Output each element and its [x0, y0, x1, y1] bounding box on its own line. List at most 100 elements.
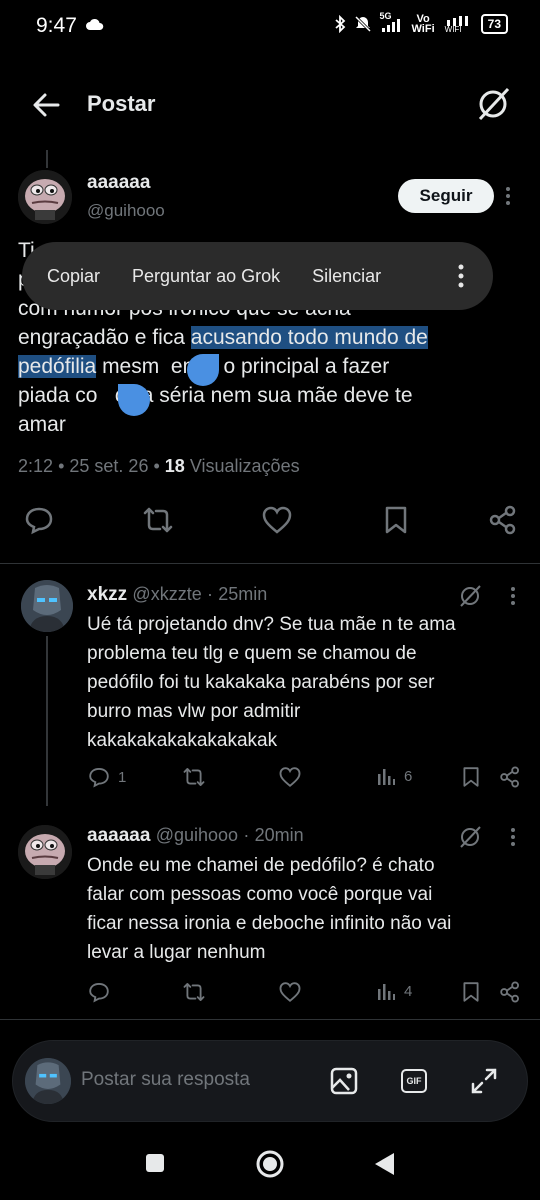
share-icon[interactable] — [499, 766, 521, 788]
vowifi-bottom: WiFi — [411, 23, 435, 35]
reply-line: burro mas vlw por admitir — [87, 701, 301, 722]
pepe-avatar-image — [18, 825, 72, 879]
back-icon[interactable] — [372, 1151, 396, 1177]
selection-end-handle[interactable] — [187, 354, 219, 386]
reply-time: 20min — [254, 825, 304, 845]
post-actions — [0, 505, 540, 545]
reply-header: aaaaaa @guihooo · 20min — [87, 825, 304, 847]
network-label: 5G — [379, 11, 392, 21]
grok-icon[interactable] — [458, 584, 482, 608]
robot-avatar-image — [25, 1058, 71, 1104]
reply-line: problema teu tlg e quem se chamou de — [87, 643, 417, 664]
menu-more-icon[interactable] — [457, 264, 465, 288]
thread-line — [46, 150, 48, 168]
back-arrow-icon[interactable] — [30, 89, 62, 121]
more-options-icon[interactable] — [504, 186, 512, 206]
more-options-icon[interactable] — [509, 827, 517, 847]
reply-icon[interactable] — [24, 505, 54, 535]
post-line: pedófilia mesm endo o principal a fazer — [18, 352, 518, 381]
signal-5g: 5G — [380, 11, 404, 33]
reply-author-handle[interactable]: @guihooo — [156, 825, 238, 845]
reply-line: levar a lugar nenhum — [87, 942, 266, 963]
image-icon[interactable] — [329, 1066, 359, 1096]
post-line-text: amar — [18, 413, 66, 436]
home-icon[interactable] — [255, 1149, 285, 1179]
views-button[interactable]: 4 — [376, 981, 412, 1001]
bookmark-icon[interactable] — [383, 505, 409, 535]
reply-composer[interactable]: Postar sua resposta GIF — [12, 1040, 528, 1122]
share-icon[interactable] — [499, 981, 521, 1003]
share-icon[interactable] — [488, 505, 518, 535]
reply-button[interactable]: 1 — [88, 766, 126, 788]
divider — [0, 1019, 540, 1020]
selected-text: pedófilia — [18, 355, 97, 378]
reply-actions: 1 6 — [0, 766, 540, 792]
bookmark-icon[interactable] — [461, 766, 481, 788]
divider — [0, 563, 540, 564]
gif-icon[interactable]: GIF — [401, 1069, 427, 1093]
post-line-text: piada co oisa séria nem sua mãe deve te — [18, 384, 413, 407]
reply-author-name[interactable]: xkzz — [87, 584, 127, 605]
reply-line: ficar nessa ironia e deboche infinito nã… — [87, 913, 452, 934]
selection-start-handle[interactable] — [118, 384, 150, 416]
reply-body: Onde eu me chamei de pedófilo? é chato f… — [87, 851, 517, 967]
post-line: piada co oisa séria nem sua mãe deve te — [18, 381, 518, 410]
meta-separator: • — [58, 456, 65, 476]
avatar — [25, 1058, 71, 1104]
recents-icon[interactable] — [144, 1152, 166, 1174]
follow-button[interactable]: Seguir — [398, 179, 494, 213]
views-button[interactable]: 6 — [376, 766, 412, 786]
repost-icon[interactable] — [182, 766, 206, 788]
wifi-label: WIFI — [444, 25, 462, 34]
like-icon[interactable] — [278, 766, 302, 788]
bookmark-icon[interactable] — [461, 981, 481, 1003]
page-title: Postar — [87, 91, 156, 116]
reply-header: xkzz @xkzzte · 25min — [87, 584, 267, 606]
views-label[interactable]: Visualizações — [190, 456, 300, 476]
author-handle[interactable]: @guihooo — [87, 201, 165, 221]
bluetooth-icon — [334, 15, 345, 33]
reply-line: Onde eu me chamei de pedófilo? é chato — [87, 855, 435, 876]
battery-indicator: 73 — [480, 14, 508, 34]
status-time: 9:47 — [36, 14, 77, 37]
expand-icon[interactable] — [469, 1066, 499, 1096]
views-icon — [378, 984, 395, 1000]
post-line: amar — [18, 410, 518, 439]
post-date: 25 set. 26 — [69, 456, 149, 476]
author-name[interactable]: aaaaaa — [87, 172, 150, 194]
menu-ask-grok[interactable]: Perguntar ao Grok — [132, 266, 280, 287]
reply-actions: 4 — [0, 981, 540, 1007]
reply-icon — [89, 983, 109, 1003]
reply-line: Ué tá projetando dnv? Se tua mãe n te am… — [87, 614, 456, 635]
views-icon — [378, 769, 395, 785]
avatar[interactable] — [18, 170, 72, 224]
cloud-icon — [86, 18, 104, 30]
pepe-avatar-image — [18, 170, 72, 224]
more-options-icon[interactable] — [509, 586, 517, 606]
grok-icon[interactable] — [474, 85, 512, 123]
avatar[interactable] — [18, 825, 72, 879]
avatar[interactable] — [21, 580, 73, 632]
reply-separator: · — [243, 825, 250, 845]
wifi-signal: WIFI — [443, 15, 473, 34]
reply-author-handle[interactable]: @xkzzte — [132, 584, 201, 604]
reply-author-name[interactable]: aaaaaa — [87, 825, 150, 846]
reply-count: 1 — [118, 768, 127, 786]
repost-icon[interactable] — [142, 505, 174, 535]
menu-mute[interactable]: Silenciar — [312, 266, 381, 287]
reply-button[interactable] — [88, 981, 118, 1003]
reply-icon — [89, 768, 109, 788]
like-icon[interactable] — [278, 981, 302, 1003]
like-icon[interactable] — [261, 505, 293, 535]
menu-copy[interactable]: Copiar — [47, 266, 100, 287]
reply-separator: · — [207, 584, 213, 604]
post-time: 2:12 — [18, 456, 54, 476]
repost-icon[interactable] — [182, 981, 206, 1003]
reply-line: falar com pessoas como você porque vai — [87, 884, 433, 905]
vowifi-indicator: Vo WiFi — [411, 14, 435, 35]
post-line: engraçadão e fica acusando todo mundo de — [18, 323, 518, 352]
reply-time: 25min — [218, 584, 268, 604]
reply-input[interactable]: Postar sua resposta — [81, 1069, 250, 1091]
system-nav-bar — [0, 1130, 540, 1200]
grok-icon[interactable] — [458, 825, 482, 849]
